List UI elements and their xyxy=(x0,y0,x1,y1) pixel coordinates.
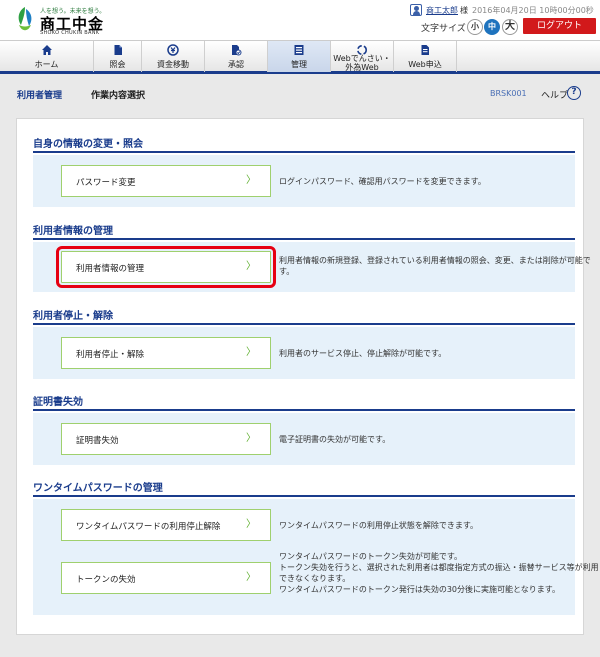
chevron-right-icon: 〉 xyxy=(246,519,256,530)
description-line: ワンタイムパスワードのトークン失効が可能です。 xyxy=(279,552,463,561)
management-icon xyxy=(294,45,304,55)
chevron-right-icon: 〉 xyxy=(246,433,256,444)
section-title-text: 利用者停止・解除 xyxy=(33,311,113,322)
user-suspend-button[interactable]: 利用者停止・解除 〉 xyxy=(61,337,271,369)
nav-web-application-label: Web申込 xyxy=(408,60,442,69)
user-icon xyxy=(410,4,422,16)
row-description: 電子証明書の失効が可能です。 xyxy=(279,434,390,445)
row-description: ワンタイムパスワードの利用停止状態を解除できます。 xyxy=(279,520,478,531)
nav-web-densai-label: Webでんさい・ 外為Web xyxy=(331,54,393,72)
chevron-right-icon: 〉 xyxy=(246,175,256,186)
description-line: 電子証明書の失効が可能です。 xyxy=(279,435,391,444)
button-label: 証明書失効 xyxy=(76,436,119,446)
user-honorific: 様 xyxy=(460,6,468,15)
button-label: ワンタイムパスワードの利用停止解除 xyxy=(76,522,221,532)
description-line: 利用者情報の新規登録、登録されている利用者情報の照会、変更、または削除が可能で xyxy=(279,256,591,265)
help-icon[interactable]: ? xyxy=(567,86,581,100)
section-title-text: 利用者情報の管理 xyxy=(33,226,113,237)
approval-icon xyxy=(232,45,242,56)
font-size-small-button[interactable]: 小 xyxy=(467,19,483,35)
chevron-right-icon: 〉 xyxy=(246,572,256,583)
button-label: 利用者停止・解除 xyxy=(76,350,145,360)
help-link[interactable]: ヘルプ xyxy=(541,88,568,101)
section-title-onetime-password: ワンタイムパスワードの管理 xyxy=(33,477,575,497)
page-title: 利用者管理 xyxy=(17,91,63,101)
nav-approval-label: 承認 xyxy=(228,60,244,69)
font-size-label: 文字サイズ xyxy=(421,24,466,34)
description-line: ログインパスワード、確認用パスワードを変更できます。 xyxy=(279,177,486,186)
bank-logo[interactable]: 人を想う。未来を想う。 商工中金 SHOKO CHUKIN BANK xyxy=(14,5,134,37)
section-title-text: ワンタイムパスワードの管理 xyxy=(33,483,163,494)
leaf-logo-icon xyxy=(18,7,32,31)
home-icon xyxy=(41,45,52,55)
certificate-revoke-button[interactable]: 証明書失効 〉 xyxy=(61,423,271,455)
nav-web-densai[interactable]: Webでんさい・ 外為Web xyxy=(331,41,394,72)
global-nav: ホーム 照会 資金移動 承認 管理 Webでんさい・ 外為Web Web申込 xyxy=(0,40,600,74)
document-icon xyxy=(114,45,122,55)
nav-money-transfer[interactable]: 資金移動 xyxy=(142,41,205,72)
logout-button[interactable]: ログアウト xyxy=(523,18,596,34)
user-info: 商工太郎 様 2016年04月20日 10時00分00秒 xyxy=(410,4,596,18)
chevron-right-icon: 〉 xyxy=(246,261,256,272)
application-icon xyxy=(421,45,429,55)
header-bar: 人を想う。未来を想う。 商工中金 SHOKO CHUKIN BANK 商工太郎 … xyxy=(0,0,600,40)
font-size-medium-button[interactable]: 中 xyxy=(484,19,500,35)
screen-code: BRSK001 xyxy=(490,89,527,98)
section-row: 利用者停止・解除 〉 利用者のサービス停止、停止解除が可能です。 xyxy=(33,327,575,379)
section-title-user-info: 利用者情報の管理 xyxy=(33,220,575,240)
button-label: トークンの失効 xyxy=(76,575,136,585)
section-title-user-suspend: 利用者停止・解除 xyxy=(33,305,575,325)
button-label: パスワード変更 xyxy=(76,178,136,188)
description-line: ワンタイムパスワードのトークン発行は失効の30分後に実施可能となります。 xyxy=(279,585,560,594)
row-description: 利用者情報の新規登録、登録されている利用者情報の照会、変更、または削除が可能で … xyxy=(279,255,591,277)
nav-approval[interactable]: 承認 xyxy=(205,41,268,72)
description-line: 利用者のサービス停止、停止解除が可能です。 xyxy=(279,349,447,358)
nav-home[interactable]: ホーム xyxy=(0,41,94,72)
password-change-button[interactable]: パスワード変更 〉 xyxy=(61,165,271,197)
section-row: 利用者情報の管理 〉 利用者情報の新規登録、登録されている利用者情報の照会、変更… xyxy=(33,242,591,292)
section-title-self-info: 自身の情報の変更・照会 xyxy=(33,133,575,153)
nav-management-label: 管理 xyxy=(291,60,307,69)
font-size-large-button[interactable]: 大 xyxy=(502,19,518,35)
section-row: 証明書失効 〉 電子証明書の失効が可能です。 xyxy=(33,413,575,465)
button-label: 利用者情報の管理 xyxy=(76,264,145,274)
description-line: できなくなります。 xyxy=(279,574,351,583)
row-description: 利用者のサービス停止、停止解除が可能です。 xyxy=(279,348,446,359)
chevron-right-icon: 〉 xyxy=(246,347,256,358)
row-description: ワンタイムパスワードのトークン失効が可能です。 トークン失効を行うと、選択された… xyxy=(279,551,599,595)
row-description: ログインパスワード、確認用パスワードを変更できます。 xyxy=(279,176,486,187)
main-panel: 自身の情報の変更・照会 パスワード変更 〉 ログインパスワード、確認用パスワード… xyxy=(16,118,599,635)
nav-management[interactable]: 管理 xyxy=(268,41,331,72)
section-title-certificate: 証明書失効 xyxy=(33,391,575,411)
money-transfer-icon xyxy=(167,44,179,56)
description-line: ワンタイムパスワードの利用停止状態を解除できます。 xyxy=(279,521,479,530)
section-row: パスワード変更 〉 ログインパスワード、確認用パスワードを変更できます。 xyxy=(33,155,575,207)
nav-web-densai-label-line2: 外為Web xyxy=(345,63,379,72)
section-title-text: 自身の情報の変更・照会 xyxy=(33,139,143,150)
nav-inquiry-label: 照会 xyxy=(109,60,126,69)
nav-web-application[interactable]: Web申込 xyxy=(394,41,457,72)
token-revoke-button[interactable]: トークンの失効 〉 xyxy=(61,562,271,594)
onetime-password-unlock-button[interactable]: ワンタイムパスワードの利用停止解除 〉 xyxy=(61,509,271,541)
section-row: ワンタイムパスワードの利用停止解除 〉 ワンタイムパスワードの利用停止状態を解除… xyxy=(33,499,599,615)
login-timestamp: 2016年04月20日 10時00分00秒 xyxy=(472,6,594,15)
logo-english-name: SHOKO CHUKIN BANK xyxy=(40,30,100,36)
description-line: トークン失効を行うと、選択された利用者は都度指定方式の振込・振替サービス等が利用 xyxy=(279,563,599,572)
page-header: 利用者管理 作業内容選択 BRSK001 ヘルプ ? xyxy=(0,77,600,111)
user-name-link[interactable]: 商工太郎 xyxy=(426,5,458,16)
nav-home-label: ホーム xyxy=(34,60,59,69)
user-info-management-button[interactable]: 利用者情報の管理 〉 xyxy=(56,246,276,288)
nav-inquiry[interactable]: 照会 xyxy=(94,41,142,72)
section-title-text: 証明書失効 xyxy=(33,397,83,408)
nav-money-transfer-label: 資金移動 xyxy=(157,60,189,69)
page-subtitle: 作業内容選択 xyxy=(91,91,146,101)
description-line: す。 xyxy=(279,267,295,276)
nav-web-densai-label-line1: Webでんさい・ xyxy=(333,54,391,63)
